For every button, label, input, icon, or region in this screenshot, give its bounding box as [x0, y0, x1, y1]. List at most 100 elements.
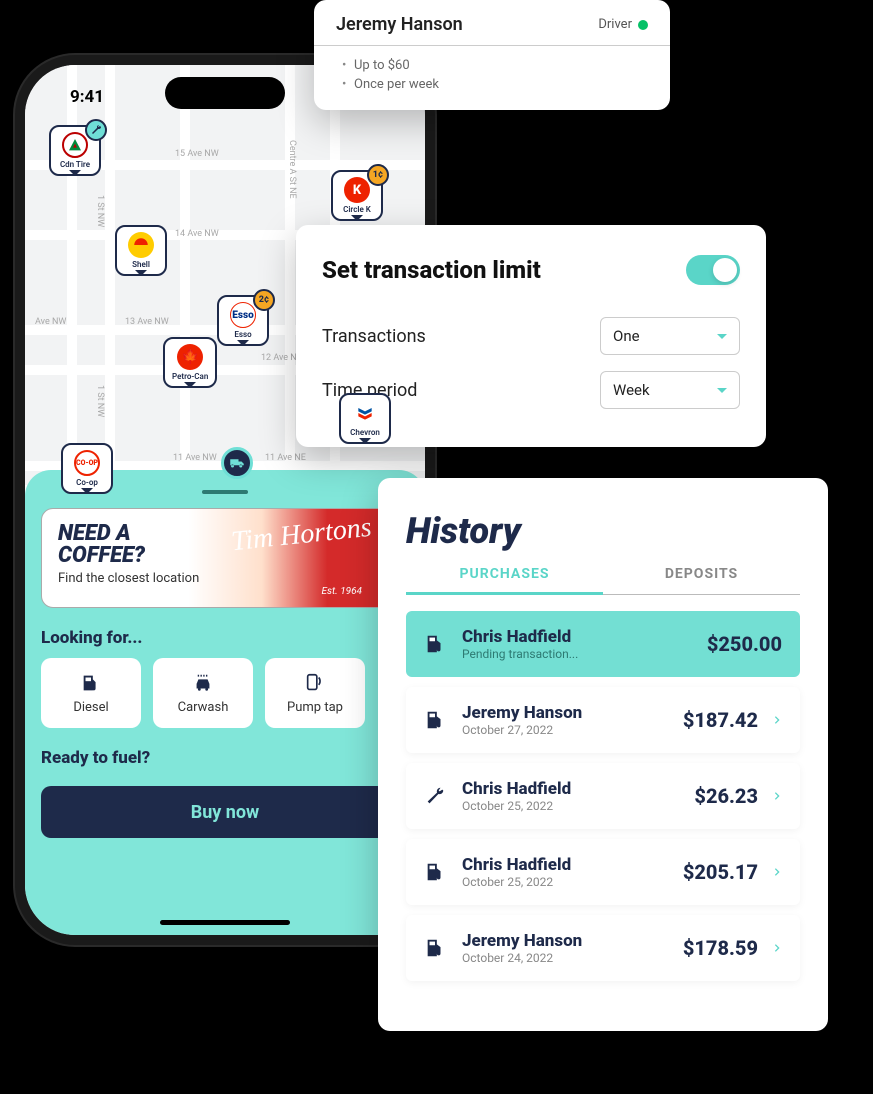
map-pin-coop[interactable]: CO-OP Co-op [61, 443, 113, 494]
map-pin-shell[interactable]: Shell [115, 225, 167, 276]
pin-label: Circle K [343, 205, 371, 214]
driver-card: Jeremy Hanson Driver Up to $60 Once per … [314, 0, 670, 110]
road-label: 1 St NW [95, 195, 105, 227]
status-dot-icon [638, 20, 648, 30]
chevron-right-icon [772, 713, 782, 727]
chevron-right-icon [772, 865, 782, 879]
tx-name: Jeremy Hanson [462, 703, 669, 723]
chevron-right-icon [772, 941, 782, 955]
time-period-select[interactable]: Week [600, 371, 740, 409]
limit-title: Set transaction limit [322, 256, 541, 284]
transaction-row[interactable]: Chris HadfieldPending transaction... $250… [406, 611, 800, 677]
road-label: 11 Ave NE [265, 453, 306, 463]
wrench-icon [424, 785, 448, 807]
fuel-icon [424, 861, 448, 883]
tx-sub: October 25, 2022 [462, 799, 680, 813]
tx-name: Chris Hadfield [462, 779, 680, 799]
fuel-icon [424, 937, 448, 959]
limit-item: Once per week [342, 75, 648, 94]
chevron-down-icon [717, 388, 727, 398]
pin-label: Chevron [350, 428, 380, 437]
looking-for-heading: Looking for... [41, 628, 409, 648]
pin-label: Cdn Tire [60, 160, 90, 169]
chip-diesel[interactable]: Diesel [41, 658, 141, 728]
chevron-logo-icon [355, 403, 375, 423]
shell-icon [132, 236, 150, 254]
brand-est: Est. 1964 [321, 586, 362, 597]
status-clock: 9:41 [70, 87, 104, 107]
tx-sub: October 27, 2022 [462, 723, 669, 737]
transaction-row[interactable]: Chris HadfieldOctober 25, 2022$205.17 [406, 839, 800, 905]
carwash-icon [192, 672, 214, 694]
tx-name: Jeremy Hanson [462, 931, 669, 951]
map-pin-esso[interactable]: Esso Esso 2¢ [217, 295, 269, 346]
driver-limits: Up to $60 Once per week [336, 56, 648, 94]
transactions-select[interactable]: One [600, 317, 740, 355]
road-label: 11 Ave NW [173, 453, 217, 463]
road-label: 1 St NW [95, 385, 105, 417]
notch [165, 77, 285, 109]
limit-item: Up to $60 [342, 56, 648, 75]
promo-title-l2: COFFEE? [58, 545, 392, 567]
pin-label: Petro-Can [172, 372, 208, 381]
map-pin-circlek[interactable]: K Circle K 1¢ [331, 170, 383, 221]
tx-amount: $178.59 [683, 936, 758, 960]
tx-amount: $187.42 [683, 708, 758, 732]
driver-name: Jeremy Hanson [336, 14, 463, 35]
chip-carwash[interactable]: Carwash [153, 658, 253, 728]
limit-row: Transactions One [322, 309, 740, 363]
cashback-badge: 1¢ [367, 164, 389, 186]
promo-card[interactable]: NEED A COFFEE? Find the closest location… [41, 508, 409, 608]
transaction-row[interactable]: Chris HadfieldOctober 25, 2022 $26.23 [406, 763, 800, 829]
pin-label: Shell [132, 260, 150, 269]
chip-label: Diesel [73, 700, 108, 715]
road-label: Ave NW [35, 317, 66, 327]
transaction-row[interactable]: Jeremy HansonOctober 27, 2022 $187.42 [406, 687, 800, 753]
driver-role: Driver [598, 17, 648, 32]
map-pin-petrocan[interactable]: 🍁 Petro-Can [163, 337, 217, 388]
map-pin-chevron[interactable]: Chevron [339, 393, 391, 444]
history-tabs: PURCHASES DEPOSITS [406, 566, 800, 595]
phone-screen: 9:41 15 Ave NW 14 Ave NW Ave NW 13 Ave N… [25, 65, 425, 935]
phone-frame: 9:41 15 Ave NW 14 Ave NW Ave NW 13 Ave N… [15, 55, 435, 945]
history-title: History [406, 510, 800, 552]
tx-amount: $205.17 [683, 860, 758, 884]
tx-amount: $250.00 [707, 632, 782, 656]
transaction-row[interactable]: Jeremy HansonOctober 24, 2022 $178.59 [406, 915, 800, 981]
fuel-pump-icon [80, 672, 102, 694]
fuel-icon [424, 633, 448, 655]
drag-handle[interactable] [202, 490, 248, 494]
fuel-icon [424, 709, 448, 731]
chip-label: Pump tap [287, 700, 343, 715]
promo-sub: Find the closest location [58, 571, 392, 586]
tx-sub: October 25, 2022 [462, 875, 669, 889]
tab-deposits[interactable]: DEPOSITS [603, 566, 800, 595]
history-card: History PURCHASES DEPOSITS Chris Hadfiel… [378, 478, 828, 1031]
chip-pumptap[interactable]: Pump tap [265, 658, 365, 728]
bottom-sheet[interactable]: NEED A COFFEE? Find the closest location… [25, 470, 425, 935]
chip-label: Carwash [178, 700, 229, 715]
ready-heading: Ready to fuel? [41, 748, 409, 768]
pin-label: Esso [234, 330, 251, 339]
limit-toggle[interactable] [686, 255, 740, 285]
tx-sub: Pending transaction... [462, 647, 693, 661]
tab-purchases[interactable]: PURCHASES [406, 566, 603, 595]
triangle-icon [67, 137, 83, 153]
tx-amount: $26.23 [694, 784, 758, 808]
tx-sub: October 24, 2022 [462, 951, 669, 965]
category-chips: Diesel Carwash Pump tap [41, 658, 409, 728]
chevron-down-icon [717, 334, 727, 344]
road-label: Centre A St NE [287, 140, 297, 199]
road-label: 13 Ave NW [125, 317, 169, 327]
divider [314, 45, 670, 46]
tap-icon [304, 672, 326, 694]
road-label: 15 Ave NW [175, 149, 219, 159]
tx-name: Chris Hadfield [462, 627, 693, 647]
buy-now-button[interactable]: Buy now [41, 786, 409, 838]
home-indicator[interactable] [160, 920, 290, 925]
pin-label: Co-op [76, 478, 98, 487]
transaction-list: Chris HadfieldPending transaction...$250… [406, 611, 800, 981]
map-pin-cdntire[interactable]: Cdn Tire [49, 125, 101, 176]
wrench-badge-icon [85, 119, 107, 141]
road-label: 14 Ave NW [175, 229, 219, 239]
